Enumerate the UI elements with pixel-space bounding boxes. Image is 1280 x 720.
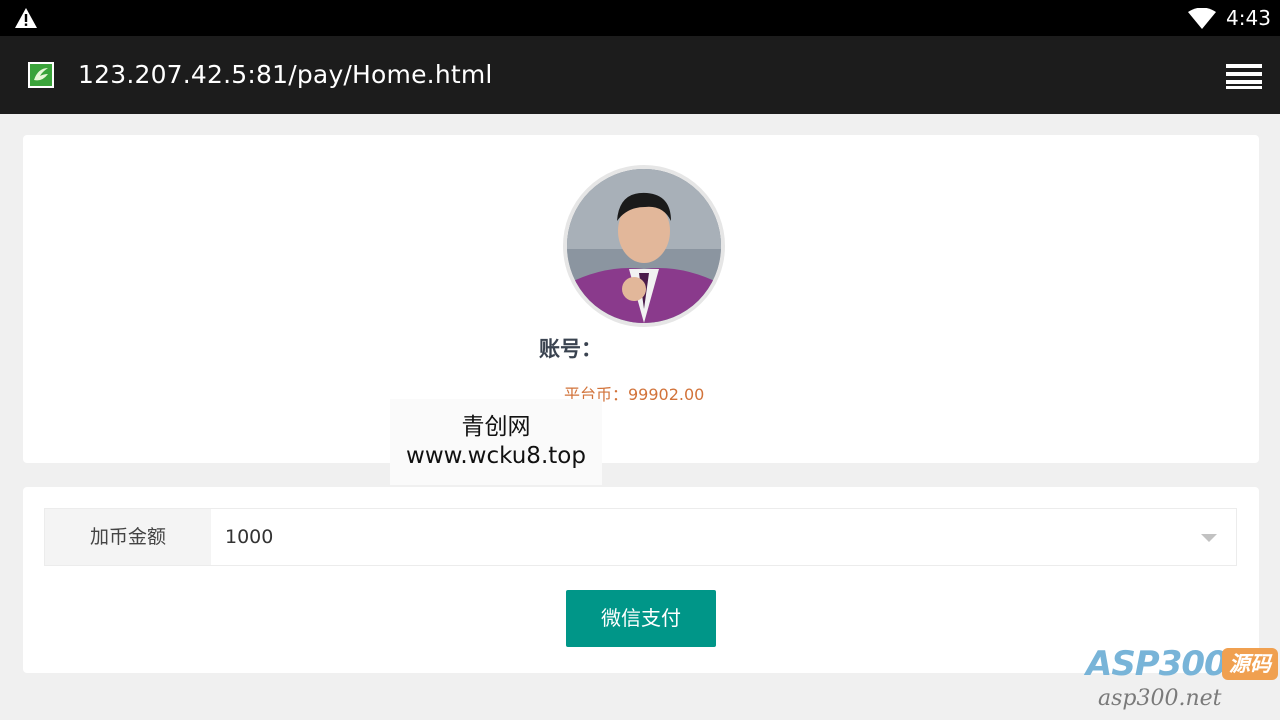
brand-main-text: ASP300 [1086, 644, 1228, 684]
wifi-icon [1188, 7, 1216, 34]
site-favicon-icon [28, 62, 54, 88]
brand-watermark: ASP300 源码 asp300.net [1084, 644, 1280, 716]
brand-tag: 源码 [1222, 648, 1278, 680]
status-time: 4:43 [1226, 6, 1271, 30]
warning-icon [14, 7, 38, 33]
payment-card: 加币金额 1000 微信支付 [23, 487, 1259, 673]
amount-value: 1000 [225, 526, 274, 548]
url-text[interactable]: 123.207.42.5:81/pay/Home.html [78, 60, 493, 89]
amount-form-row: 加币金额 1000 [44, 508, 1237, 566]
account-label: 账号： [539, 337, 602, 361]
profile-card: 账号： 平台币：99902.00 [23, 135, 1259, 463]
watermark-title: 青创网 [461, 414, 531, 440]
brand-subtext: asp300.net [1098, 686, 1222, 711]
watermark-overlay: 青创网 www.wcku8.top [390, 399, 602, 485]
amount-select[interactable]: 1000 [211, 509, 1236, 565]
menu-icon[interactable] [1226, 62, 1262, 94]
watermark-url: www.wcku8.top [406, 443, 586, 469]
avatar [563, 165, 725, 327]
browser-address-bar: 123.207.42.5:81/pay/Home.html [0, 36, 1280, 114]
status-bar: 4:43 [0, 0, 1280, 36]
amount-label: 加币金额 [45, 509, 211, 565]
wechat-pay-button[interactable]: 微信支付 [566, 590, 716, 647]
chevron-down-icon [1201, 534, 1217, 542]
